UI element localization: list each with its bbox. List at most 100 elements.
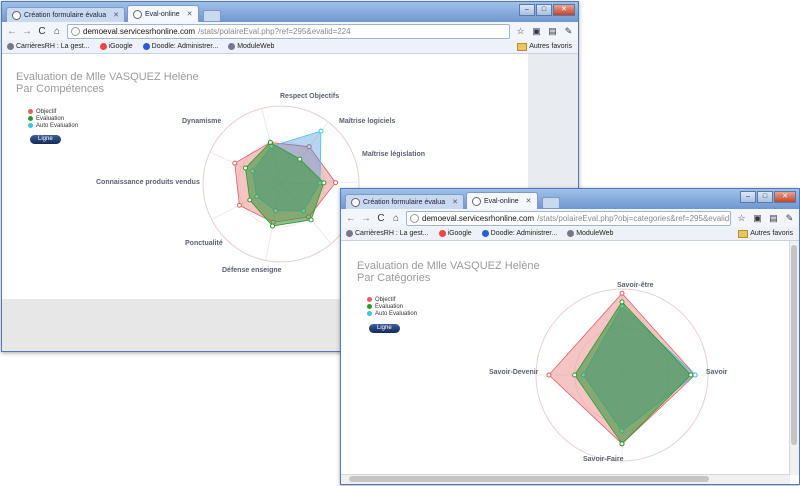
- radar-data-point: [232, 160, 238, 166]
- axis-label: Connaissance produits vendus: [96, 179, 200, 186]
- axis-label: Savoir-être: [617, 282, 654, 289]
- forward-arrow-icon[interactable]: →: [22, 26, 32, 37]
- page-icon: [471, 196, 481, 206]
- other-bookmarks[interactable]: Autres favoris: [738, 229, 793, 238]
- bookmark-label: Doodle: Administrer...: [151, 43, 219, 50]
- bookmark-label: iGoogle: [108, 43, 133, 50]
- close-tab-icon[interactable]: ✕: [452, 198, 458, 206]
- page-icon: [351, 197, 360, 207]
- close-window-button[interactable]: ✕: [553, 4, 575, 16]
- doodle-icon: [142, 43, 150, 50]
- page-content: Evaluation de Mlle VASQUEZ Helène Par Ca…: [341, 241, 799, 484]
- window-controls: – □ ✕: [519, 4, 575, 16]
- address-bar[interactable]: demoeval.servicesrhonline.com/stats/pola…: [67, 23, 510, 39]
- bookmark-label: iGoogle: [447, 230, 472, 237]
- tab-label: Création formulaire évalua: [24, 11, 107, 19]
- forward-arrow-icon[interactable]: →: [361, 213, 371, 224]
- star-icon[interactable]: ☆: [736, 213, 747, 224]
- tab-creation-formulaire[interactable]: Création formulaire évalua ✕: [345, 194, 464, 209]
- back-arrow-icon[interactable]: ←: [346, 213, 356, 224]
- url-path: /stats/polaireEval.php?ref=295&evalid=22…: [198, 26, 351, 36]
- tab-strip: Création formulaire évalua ✕ Eval-online…: [345, 192, 560, 209]
- home-icon[interactable]: ⌂: [52, 26, 62, 37]
- tab-eval-online[interactable]: Eval-online ✕: [465, 192, 538, 209]
- page-menu-icon[interactable]: ▤: [547, 26, 558, 37]
- tab-label: Création formulaire évalua: [363, 198, 446, 206]
- bookmark-igoogle[interactable]: iGoogle: [438, 230, 472, 237]
- wrench-icon[interactable]: ✎: [784, 213, 795, 224]
- close-tab-icon[interactable]: ✕: [187, 10, 193, 18]
- url-domain: demoeval.servicesrhonline.com: [83, 26, 196, 36]
- bookmark-label: ModuleWeb: [576, 230, 614, 237]
- bookmark-label: Doodle: Administrer...: [490, 230, 558, 237]
- close-tab-icon[interactable]: ✕: [113, 11, 119, 19]
- radar-data-point: [619, 299, 625, 305]
- page-info-icon: [410, 213, 419, 223]
- radar-data-point: [619, 290, 625, 296]
- url-path: /stats/polaireEval.php?obj=categories&re…: [537, 213, 731, 223]
- title-bar: Création formulaire évalua ✕ Eval-online…: [2, 2, 578, 22]
- radar-data-point: [321, 180, 327, 186]
- bookmark-label: CarrièresRH : La gest...: [355, 230, 429, 237]
- extension-icon[interactable]: ▣: [531, 26, 542, 37]
- home-icon[interactable]: ⌂: [391, 213, 401, 224]
- axis-label: Respect Objectifs: [280, 93, 340, 100]
- minimize-button[interactable]: –: [740, 191, 756, 203]
- address-bar[interactable]: demoeval.servicesrhonline.com/stats/pola…: [406, 210, 731, 226]
- page-menu-icon[interactable]: ▤: [768, 213, 779, 224]
- maximize-button[interactable]: □: [536, 4, 552, 16]
- bookmark-igoogle[interactable]: iGoogle: [99, 43, 133, 50]
- bookmark-icon: [346, 230, 353, 237]
- radar-data-point: [247, 197, 253, 203]
- wrench-icon[interactable]: ✎: [563, 26, 574, 37]
- bookmark-carrieres[interactable]: CarrièresRH : La gest...: [346, 230, 429, 237]
- axis-label: Savoir-Devenir: [489, 369, 539, 376]
- bookmark-carrieres[interactable]: CarrièresRH : La gest...: [7, 43, 90, 50]
- other-bookmarks-label: Autres favoris: [750, 230, 793, 237]
- close-window-button[interactable]: ✕: [774, 191, 796, 203]
- horizontal-scrollbar[interactable]: [341, 474, 790, 484]
- vertical-scrollbar[interactable]: [789, 241, 799, 475]
- scroll-thumb[interactable]: [349, 476, 709, 482]
- extension-icon[interactable]: ▣: [752, 213, 763, 224]
- bookmark-icon: [567, 230, 575, 237]
- new-tab-button[interactable]: [202, 10, 221, 22]
- navigation-toolbar: ← → C ⌂ demoeval.servicesrhonline.com/st…: [341, 209, 799, 227]
- radar-series-area: [574, 301, 692, 445]
- radar-data-point: [619, 441, 625, 447]
- radar-data-point: [572, 372, 578, 378]
- radar-data-point: [692, 372, 698, 378]
- browser-window-categories: Création formulaire évalua ✕ Eval-online…: [340, 188, 800, 485]
- axis-label: Ponctualité: [185, 240, 223, 247]
- bookmark-doodle[interactable]: Doodle: Administrer...: [481, 230, 558, 237]
- title-bar: Création formulaire évalua ✕ Eval-online…: [341, 189, 799, 209]
- star-icon[interactable]: ☆: [515, 26, 526, 37]
- bookmark-moduleweb[interactable]: ModuleWeb: [228, 43, 274, 50]
- axis-label: Savoir-Faire: [583, 456, 624, 463]
- radar-data-point: [308, 217, 314, 223]
- tab-eval-online[interactable]: Eval-online ✕: [126, 5, 199, 22]
- page-icon: [12, 10, 21, 20]
- navigation-toolbar: ← → C ⌂ demoeval.servicesrhonline.com/st…: [2, 22, 578, 40]
- tab-creation-formulaire[interactable]: Création formulaire évalua ✕: [6, 7, 125, 22]
- radar-data-point: [318, 128, 324, 134]
- new-tab-button[interactable]: [541, 197, 560, 209]
- reload-icon[interactable]: C: [376, 213, 386, 224]
- radar-data-point: [236, 202, 242, 208]
- radar-data-point: [242, 165, 248, 171]
- reload-icon[interactable]: C: [37, 26, 47, 37]
- back-arrow-icon[interactable]: ←: [7, 26, 17, 37]
- axis-label: Maîtrise législation: [362, 151, 426, 158]
- tab-label: Eval-online: [483, 197, 519, 205]
- radar-data-point: [333, 180, 339, 186]
- scroll-thumb[interactable]: [791, 245, 797, 445]
- other-bookmarks[interactable]: Autres favoris: [517, 42, 572, 51]
- bookmark-moduleweb[interactable]: ModuleWeb: [567, 230, 613, 237]
- minimize-button[interactable]: –: [519, 4, 535, 16]
- other-bookmarks-label: Autres favoris: [529, 43, 572, 50]
- bookmarks-bar: CarrièresRH : La gest... iGoogle Doodle:…: [341, 227, 799, 241]
- close-tab-icon[interactable]: ✕: [526, 197, 532, 205]
- maximize-button[interactable]: □: [757, 191, 773, 203]
- bookmark-doodle[interactable]: Doodle: Administrer...: [142, 43, 219, 50]
- axis-label: Savoir: [706, 369, 728, 376]
